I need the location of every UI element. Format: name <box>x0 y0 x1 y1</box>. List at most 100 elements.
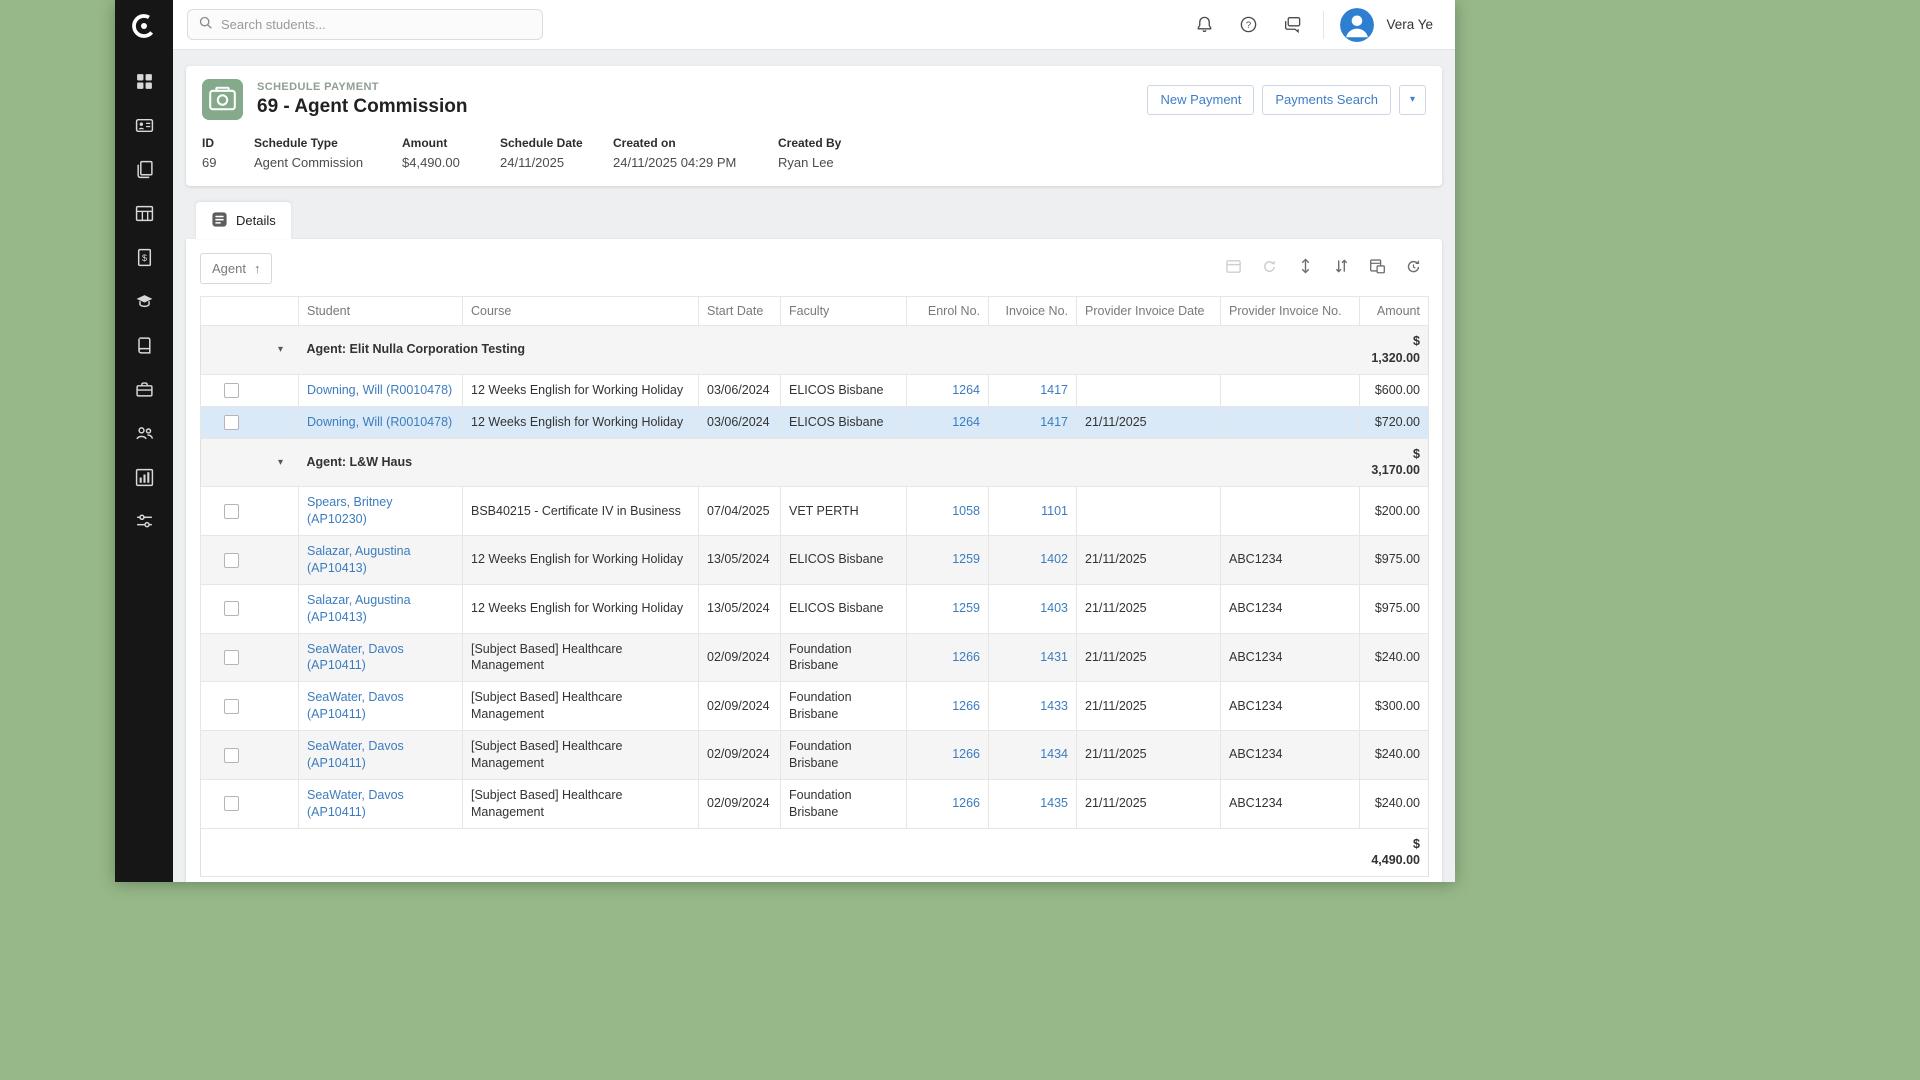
search-input[interactable] <box>221 17 532 32</box>
column-chooser-button[interactable] <box>1362 255 1392 283</box>
student-search[interactable] <box>187 9 543 40</box>
column-header-start-date[interactable]: Start Date <box>699 297 781 326</box>
student-cell: Downing, Will (R0010478) <box>299 374 463 406</box>
provider-invoice-date-cell <box>1077 487 1221 536</box>
content: SCHEDULE PAYMENT 69 - Agent Commission N… <box>173 50 1455 882</box>
invoice-no-link[interactable]: 1434 <box>1040 747 1068 761</box>
new-payment-button[interactable]: New Payment <box>1147 85 1254 115</box>
collapse-group-icon[interactable]: ▾ <box>263 438 299 487</box>
enrol-no-link[interactable]: 1259 <box>952 552 980 566</box>
invoice-no-link[interactable]: 1431 <box>1040 650 1068 664</box>
user-name[interactable]: Vera Ye <box>1386 17 1433 32</box>
row-checkbox[interactable] <box>224 796 239 811</box>
expand-cell <box>263 406 299 438</box>
grid-row[interactable]: Spears, Britney (AP10230)BSB40215 - Cert… <box>201 487 1429 536</box>
invoice-no-link[interactable]: 1433 <box>1040 699 1068 713</box>
row-checkbox[interactable] <box>224 553 239 568</box>
enrol-no-link[interactable]: 1058 <box>952 504 980 518</box>
select-cell <box>201 406 263 438</box>
info-created-by: Created ByRyan Lee <box>778 136 978 170</box>
enrol-no-link[interactable]: 1266 <box>952 747 980 761</box>
payments-search-button[interactable]: Payments Search <box>1262 85 1391 115</box>
grid-row[interactable]: SeaWater, Davos (AP10411)[Subject Based]… <box>201 731 1429 780</box>
student-link[interactable]: Salazar, Augustina (AP10413) <box>307 593 411 624</box>
sidebar-item-invoices[interactable]: $ <box>115 238 173 282</box>
dashboard-icon <box>135 72 154 96</box>
invoice-no-link[interactable]: 1101 <box>1041 504 1068 518</box>
collapse-group-icon[interactable]: ▾ <box>263 326 299 375</box>
sidebar-item-documents[interactable] <box>115 150 173 194</box>
enrol-no-link[interactable]: 1259 <box>952 601 980 615</box>
invoices-icon: $ <box>135 248 154 272</box>
sidebar-item-courses[interactable] <box>115 282 173 326</box>
grid-row[interactable]: Salazar, Augustina (AP10413) 12 Weeks Eng… <box>201 536 1429 585</box>
student-cell: Spears, Britney (AP10230) <box>299 487 463 536</box>
enrol-no-link[interactable]: 1264 <box>952 415 980 429</box>
row-checkbox[interactable] <box>224 601 239 616</box>
student-link[interactable]: Salazar, Augustina (AP10413) <box>307 544 411 575</box>
sidebar-item-services[interactable] <box>115 370 173 414</box>
grid-row[interactable]: SeaWater, Davos (AP10411)[Subject Based]… <box>201 682 1429 731</box>
invoice-no-link[interactable]: 1435 <box>1040 796 1068 810</box>
column-header-student[interactable]: Student <box>299 297 463 326</box>
student-link[interactable]: SeaWater, Davos (AP10411) <box>307 642 404 673</box>
schedule-payment-card: SCHEDULE PAYMENT 69 - Agent Commission N… <box>186 66 1442 186</box>
course-cell: 12 Weeks English for Working Holiday <box>463 536 699 585</box>
export-button[interactable] <box>1218 255 1248 283</box>
invoice-no-link[interactable]: 1417 <box>1040 383 1068 397</box>
sidebar-item-library[interactable] <box>115 326 173 370</box>
column-header-faculty[interactable]: Faculty <box>781 297 907 326</box>
notifications-icon[interactable] <box>1187 8 1221 42</box>
sidebar-item-tables[interactable] <box>115 194 173 238</box>
column-header-invoice-no[interactable]: Invoice No. <box>989 297 1077 326</box>
sidebar-item-reports[interactable] <box>115 458 173 502</box>
student-link[interactable]: SeaWater, Davos (AP10411) <box>307 739 404 770</box>
row-checkbox[interactable] <box>224 383 239 398</box>
amount-cell: $975.00 <box>1360 584 1429 633</box>
student-link[interactable]: Downing, Will (R0010478) <box>307 415 452 429</box>
student-link[interactable]: SeaWater, Davos (AP10411) <box>307 788 404 819</box>
enrol-no-link[interactable]: 1264 <box>952 383 980 397</box>
sidebar-item-settings[interactable] <box>115 502 173 546</box>
column-header-amount[interactable]: Amount <box>1360 297 1429 326</box>
enrol-no-link[interactable]: 1266 <box>952 699 980 713</box>
column-header-provider-invoice-no[interactable]: Provider Invoice No. <box>1221 297 1360 326</box>
sidebar-item-students[interactable] <box>115 106 173 150</box>
enrol-no-link[interactable]: 1266 <box>952 796 980 810</box>
sidebar-item-dashboard[interactable] <box>115 62 173 106</box>
column-header-course[interactable]: Course <box>463 297 699 326</box>
grid-row[interactable]: Downing, Will (R0010478)12 Weeks English… <box>201 406 1429 438</box>
enrol-no-link[interactable]: 1266 <box>952 650 980 664</box>
expand-rows-button[interactable] <box>1290 255 1320 283</box>
student-link[interactable]: Spears, Britney (AP10230) <box>307 495 392 526</box>
messages-icon[interactable] <box>1275 8 1309 42</box>
row-checkbox[interactable] <box>224 415 239 430</box>
tab-details[interactable]: Details <box>196 202 291 239</box>
student-link[interactable]: Downing, Will (R0010478) <box>307 383 452 397</box>
grid-total-amount: $ 4,490.00 <box>1360 828 1429 877</box>
grid-row[interactable]: Downing, Will (R0010478)12 Weeks English… <box>201 374 1429 406</box>
avatar[interactable] <box>1340 8 1374 42</box>
expand-cell <box>263 731 299 780</box>
invoice-no-link[interactable]: 1417 <box>1040 415 1068 429</box>
row-checkbox[interactable] <box>224 650 239 665</box>
undo-button[interactable] <box>1254 255 1284 283</box>
invoice-no-link[interactable]: 1403 <box>1040 601 1068 615</box>
column-header-provider-invoice-date[interactable]: Provider Invoice Date <box>1077 297 1221 326</box>
refresh-history-button[interactable] <box>1398 255 1428 283</box>
row-order-button[interactable] <box>1326 255 1356 283</box>
grid-row[interactable]: Salazar, Augustina (AP10413)12 Weeks Eng… <box>201 584 1429 633</box>
column-header-enrol-no[interactable]: Enrol No. <box>907 297 989 326</box>
more-actions-button[interactable]: ▾ <box>1399 85 1426 115</box>
app-logo-icon[interactable] <box>115 0 173 52</box>
help-icon[interactable]: ? <box>1231 8 1265 42</box>
grid-row[interactable]: SeaWater, Davos (AP10411)[Subject Based]… <box>201 779 1429 828</box>
sidebar-item-agents[interactable] <box>115 414 173 458</box>
group-by-agent-chip[interactable]: Agent ↑ <box>200 253 272 284</box>
row-checkbox[interactable] <box>224 504 239 519</box>
grid-row[interactable]: SeaWater, Davos (AP10411)[Subject Based]… <box>201 633 1429 682</box>
row-checkbox[interactable] <box>224 748 239 763</box>
invoice-no-link[interactable]: 1402 <box>1040 552 1068 566</box>
row-checkbox[interactable] <box>224 699 239 714</box>
student-link[interactable]: SeaWater, Davos (AP10411) <box>307 690 404 721</box>
